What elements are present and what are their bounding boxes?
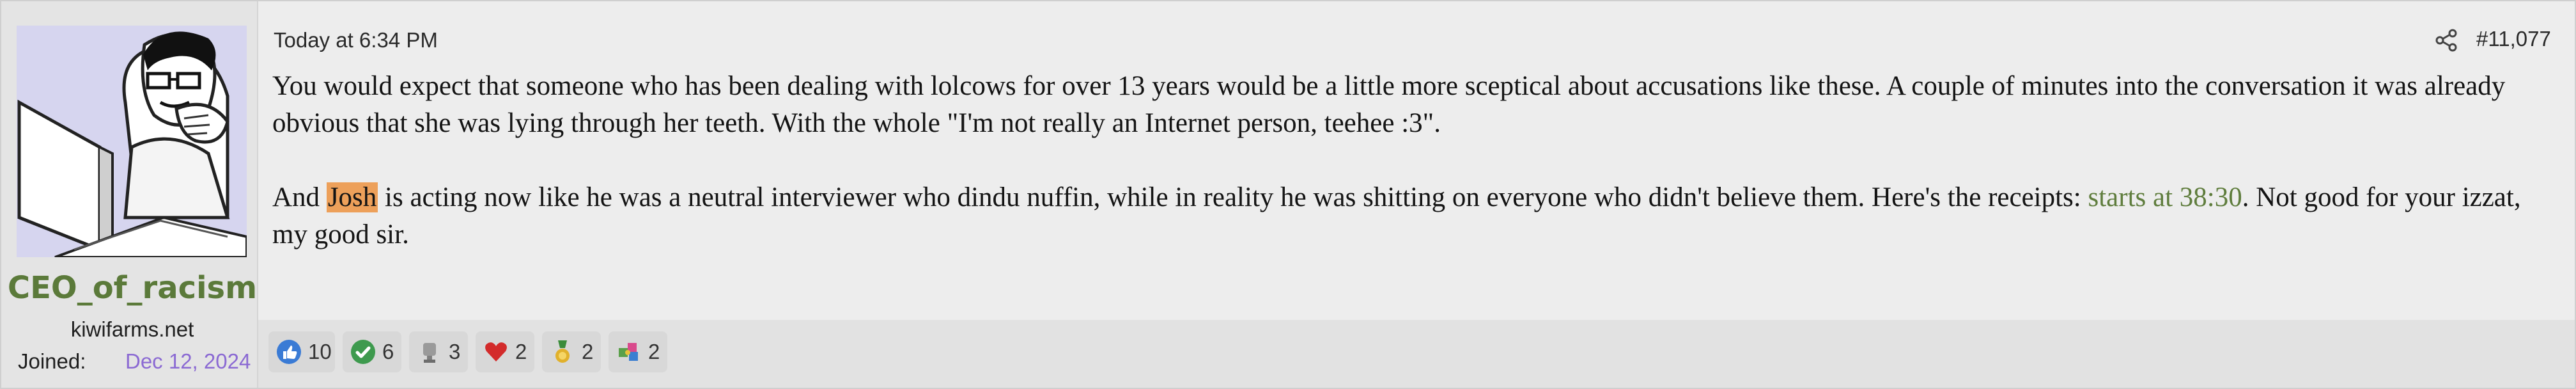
reaction-count: 2 [648,340,660,363]
post-main: Today at 6:34 PM #11,077 You would expec… [258,1,2575,388]
reaction-count: 2 [582,340,594,363]
reaction-agree[interactable]: 6 [343,331,401,372]
forum-post: CEO_of_racism kiwifarms.net Joined: Dec … [0,0,2576,389]
avatar-image [17,26,247,257]
username[interactable]: CEO_of_racism [1,270,263,306]
reaction-love[interactable]: 2 [476,331,534,372]
heart-icon [483,339,509,365]
post-paragraph-2: And Josh is acting now like he was a neu… [272,179,2548,253]
reaction-count: 10 [308,340,332,363]
trophy-icon [417,339,442,365]
post-paragraph-1: You would expect that someone who has be… [272,71,2506,138]
joined-date: Dec 12, 2024 [125,349,251,373]
thumbs-up-icon [276,339,302,365]
avatar[interactable] [17,26,247,257]
post-body: You would expect that someone who has be… [272,68,2548,253]
timestamp-link[interactable]: starts at 38:30 [2088,182,2242,212]
medal-icon [550,339,575,365]
reaction-count: 2 [515,340,527,363]
reaction-count: 3 [449,340,461,363]
user-title: kiwifarms.net [70,317,194,341]
puzzle-icon [616,339,642,365]
share-icon[interactable] [2434,28,2458,52]
reaction-count: 6 [382,340,394,363]
user-panel: CEO_of_racism kiwifarms.net Joined: Dec … [1,1,258,388]
checkmark-icon [350,339,376,365]
reaction-thumbs-up[interactable]: 10 [268,331,335,372]
reactions-bar: 10 6 3 2 2 2 [258,320,2575,388]
highlighted-word: Josh [326,182,378,212]
post-timestamp[interactable]: Today at 6:34 PM [274,28,438,52]
text-segment: is acting now like he was a neutral inte… [378,182,2088,212]
joined-label: Joined: [18,349,86,373]
text-segment: And [272,182,327,212]
reaction-medal[interactable]: 2 [542,331,601,372]
reaction-puzzle[interactable]: 2 [609,331,667,372]
post-number[interactable]: #11,077 [2476,27,2551,51]
reaction-trophy[interactable]: 3 [409,331,468,372]
